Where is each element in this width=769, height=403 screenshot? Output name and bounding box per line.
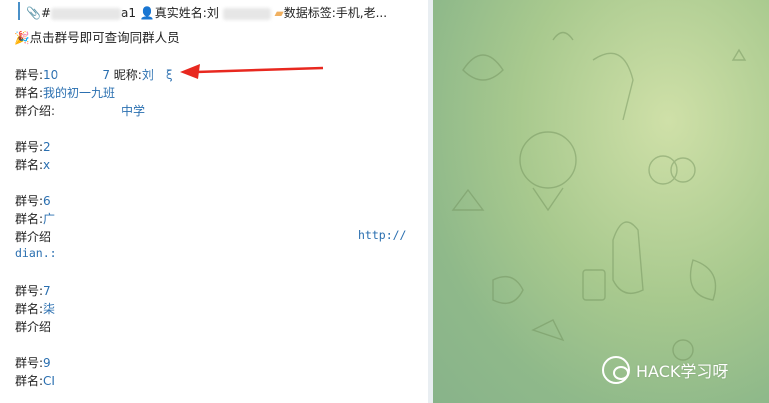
balloon-basket-doodle: [532, 187, 564, 212]
header-suffix: a1: [121, 6, 137, 20]
group-id-label: 群号:: [15, 194, 44, 208]
paperclip-icon: 📎: [26, 6, 41, 20]
wallpaper-doodles: [451, 31, 747, 361]
surfboard-doodle: [689, 259, 717, 301]
wechat-icon: [602, 356, 630, 384]
pizza-doodle: [531, 319, 565, 342]
group-name-line: 群名:x: [15, 156, 50, 173]
group-id-line: 群号:10 7 昵称:刘 ξ: [15, 66, 173, 83]
group-intro-value: 中学: [121, 104, 146, 118]
tree-doodle: [451, 188, 485, 211]
group-id-line: 群号:9: [15, 354, 51, 371]
message-header: 📎# a1 👤真实姓名:刘 ▰数据标签:手机,老...: [26, 4, 387, 21]
group-name-value: 柒: [43, 302, 56, 316]
tag-label: 数据标签:手机,老...: [283, 6, 388, 20]
group-intro-label: 群介绍: [15, 230, 52, 244]
person-icon: 👤: [139, 6, 155, 20]
heart-doodle: [552, 31, 574, 41]
cloud-doodle: [648, 155, 678, 185]
watermark: HACK学习呀: [602, 356, 728, 384]
group-id-link[interactable]: 9: [43, 356, 51, 370]
pineapple-doodle: [462, 54, 504, 81]
group-name-line: 群名:柒: [15, 300, 55, 317]
group-intro-line: 群介绍 http://: [15, 228, 409, 245]
group-intro-line: 群介绍: 中学: [15, 102, 145, 119]
nick-value: 刘: [141, 68, 154, 82]
group-name-line: 群名:我的初一九班: [15, 84, 115, 101]
party-popper-icon: 🎉: [14, 30, 30, 45]
header-prefix: #: [40, 6, 52, 20]
blurred-text: [51, 7, 122, 20]
group-id-link[interactable]: 6: [43, 194, 51, 208]
group-name-label: 群名:: [15, 302, 44, 316]
group-id-label: 群号:: [15, 356, 44, 370]
tag-icon: ▰: [274, 6, 284, 20]
group-id-label: 群号:: [15, 140, 44, 154]
nick-label: 昵称:: [113, 68, 142, 82]
group-id-label: 群号:: [15, 68, 44, 82]
group-name-value: 广: [43, 212, 56, 226]
group-intro-line: 群介绍: [15, 318, 51, 335]
nick-tail: ξ: [165, 68, 173, 82]
group-intro-label: 群介绍:: [15, 104, 56, 118]
hint-line: 🎉点击群号即可查询同群人员: [14, 27, 180, 46]
group-id-link[interactable]: 2: [43, 140, 51, 154]
hint-text: 点击群号即可查询同群人员: [29, 30, 180, 45]
blurred-text: [222, 7, 271, 20]
group-name-label: 群名:: [15, 86, 44, 100]
intro-link[interactable]: http://: [358, 228, 406, 242]
star-doodle: [731, 48, 747, 61]
group-name-label: 群名:: [15, 212, 44, 226]
group-id-link[interactable]: 7: [102, 68, 110, 82]
group-intro-line-2: dian.:: [15, 246, 57, 260]
group-name-label: 群名:: [15, 374, 44, 388]
cloud-doodle: [670, 157, 696, 183]
group-name-line: 群名:CI: [15, 372, 55, 389]
group-id-line: 群号:7: [15, 282, 51, 299]
group-id-label: 群号:: [15, 284, 44, 298]
blurred-text: [55, 106, 122, 117]
balloon-doodle: [519, 131, 577, 189]
watermark-text: HACK学习呀: [636, 362, 729, 381]
whale-doodle: [492, 276, 524, 304]
group-id-line: 群号:2: [15, 138, 51, 155]
arrow-shaft: [195, 66, 324, 74]
message-panel: 📎# a1 👤真实姓名:刘 ▰数据标签:手机,老... 🎉点击群号即可查询同群人员…: [0, 0, 433, 403]
group-name-value: x: [43, 158, 51, 172]
intro-link[interactable]: dian.:: [15, 246, 57, 260]
group-name-value: CI: [43, 374, 55, 388]
group-id-line: 群号:6: [15, 192, 51, 209]
blurred-text: [153, 70, 166, 81]
group-id-link[interactable]: 10: [43, 68, 58, 82]
jar-doodle: [582, 269, 606, 301]
group-name-line: 群名:广: [15, 210, 55, 227]
chat-wallpaper: HACK学习呀: [433, 0, 769, 403]
red-arrow-annotation: [180, 64, 324, 79]
group-intro-label: 群介绍: [15, 320, 52, 334]
realname-label: 真实姓名:刘: [154, 6, 219, 20]
group-name-label: 群名:: [15, 158, 44, 172]
blurred-text: [58, 70, 103, 81]
dinosaur-doodle: [612, 221, 644, 294]
bird-doodle: [592, 52, 634, 121]
group-name-value: 我的初一九班: [43, 86, 116, 100]
arrow-head: [180, 64, 200, 79]
group-id-link[interactable]: 7: [43, 284, 51, 298]
quote-bar: [18, 2, 20, 20]
